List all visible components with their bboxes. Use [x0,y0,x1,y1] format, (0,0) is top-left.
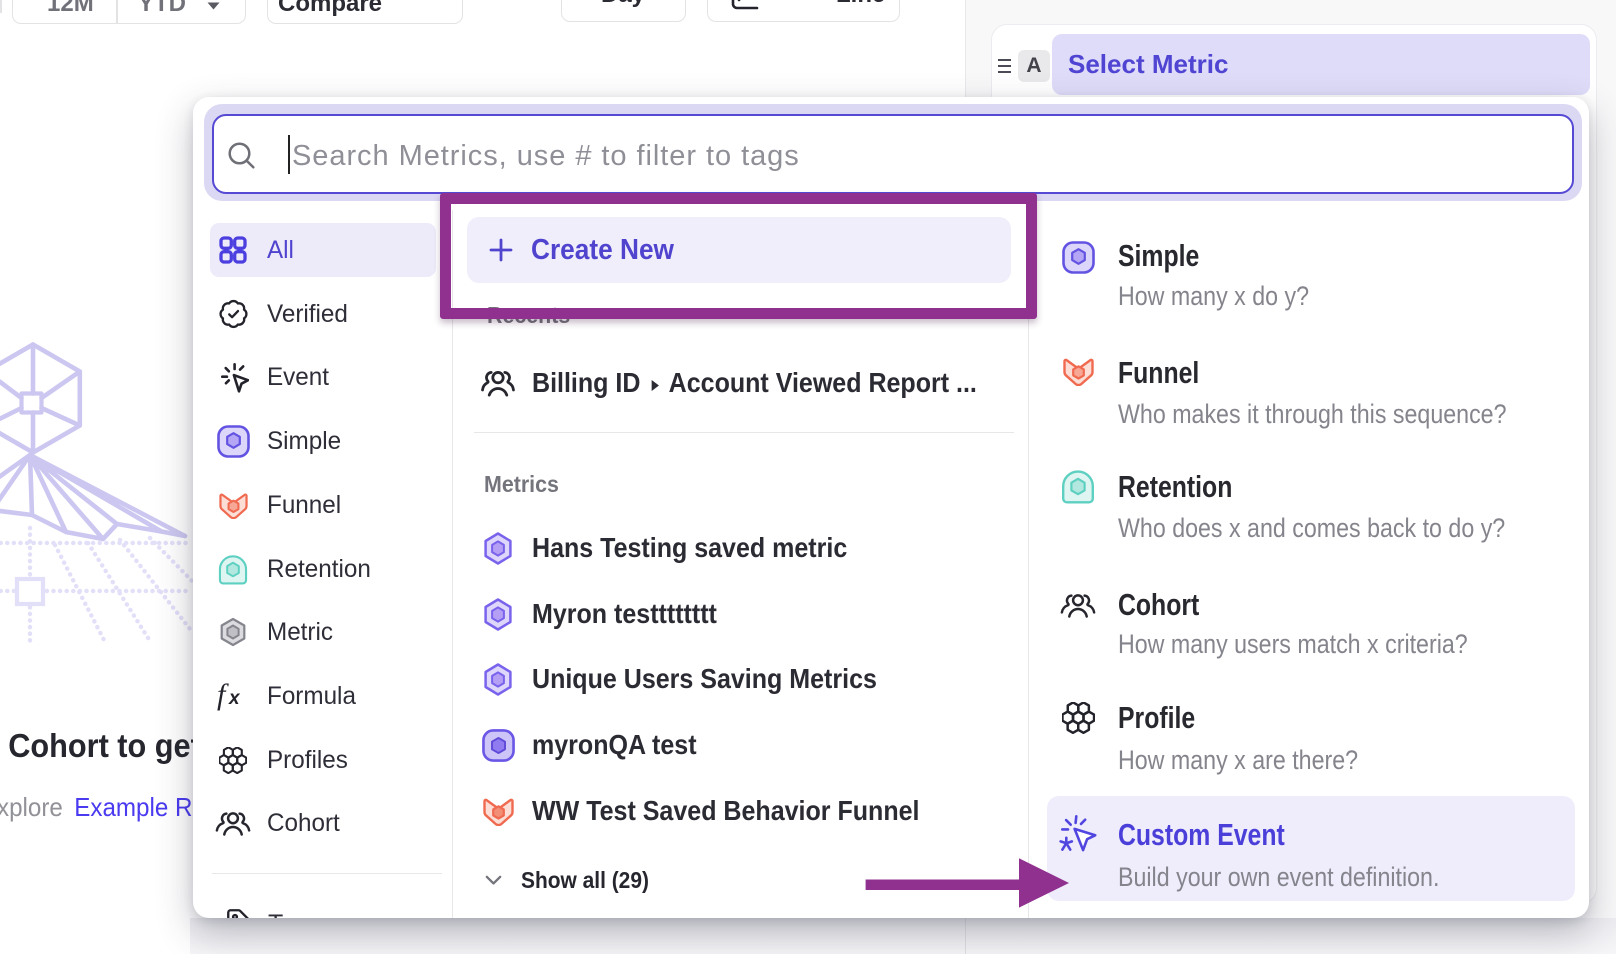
svg-text:x: x [228,688,241,709]
svg-text:f: f [217,681,229,711]
